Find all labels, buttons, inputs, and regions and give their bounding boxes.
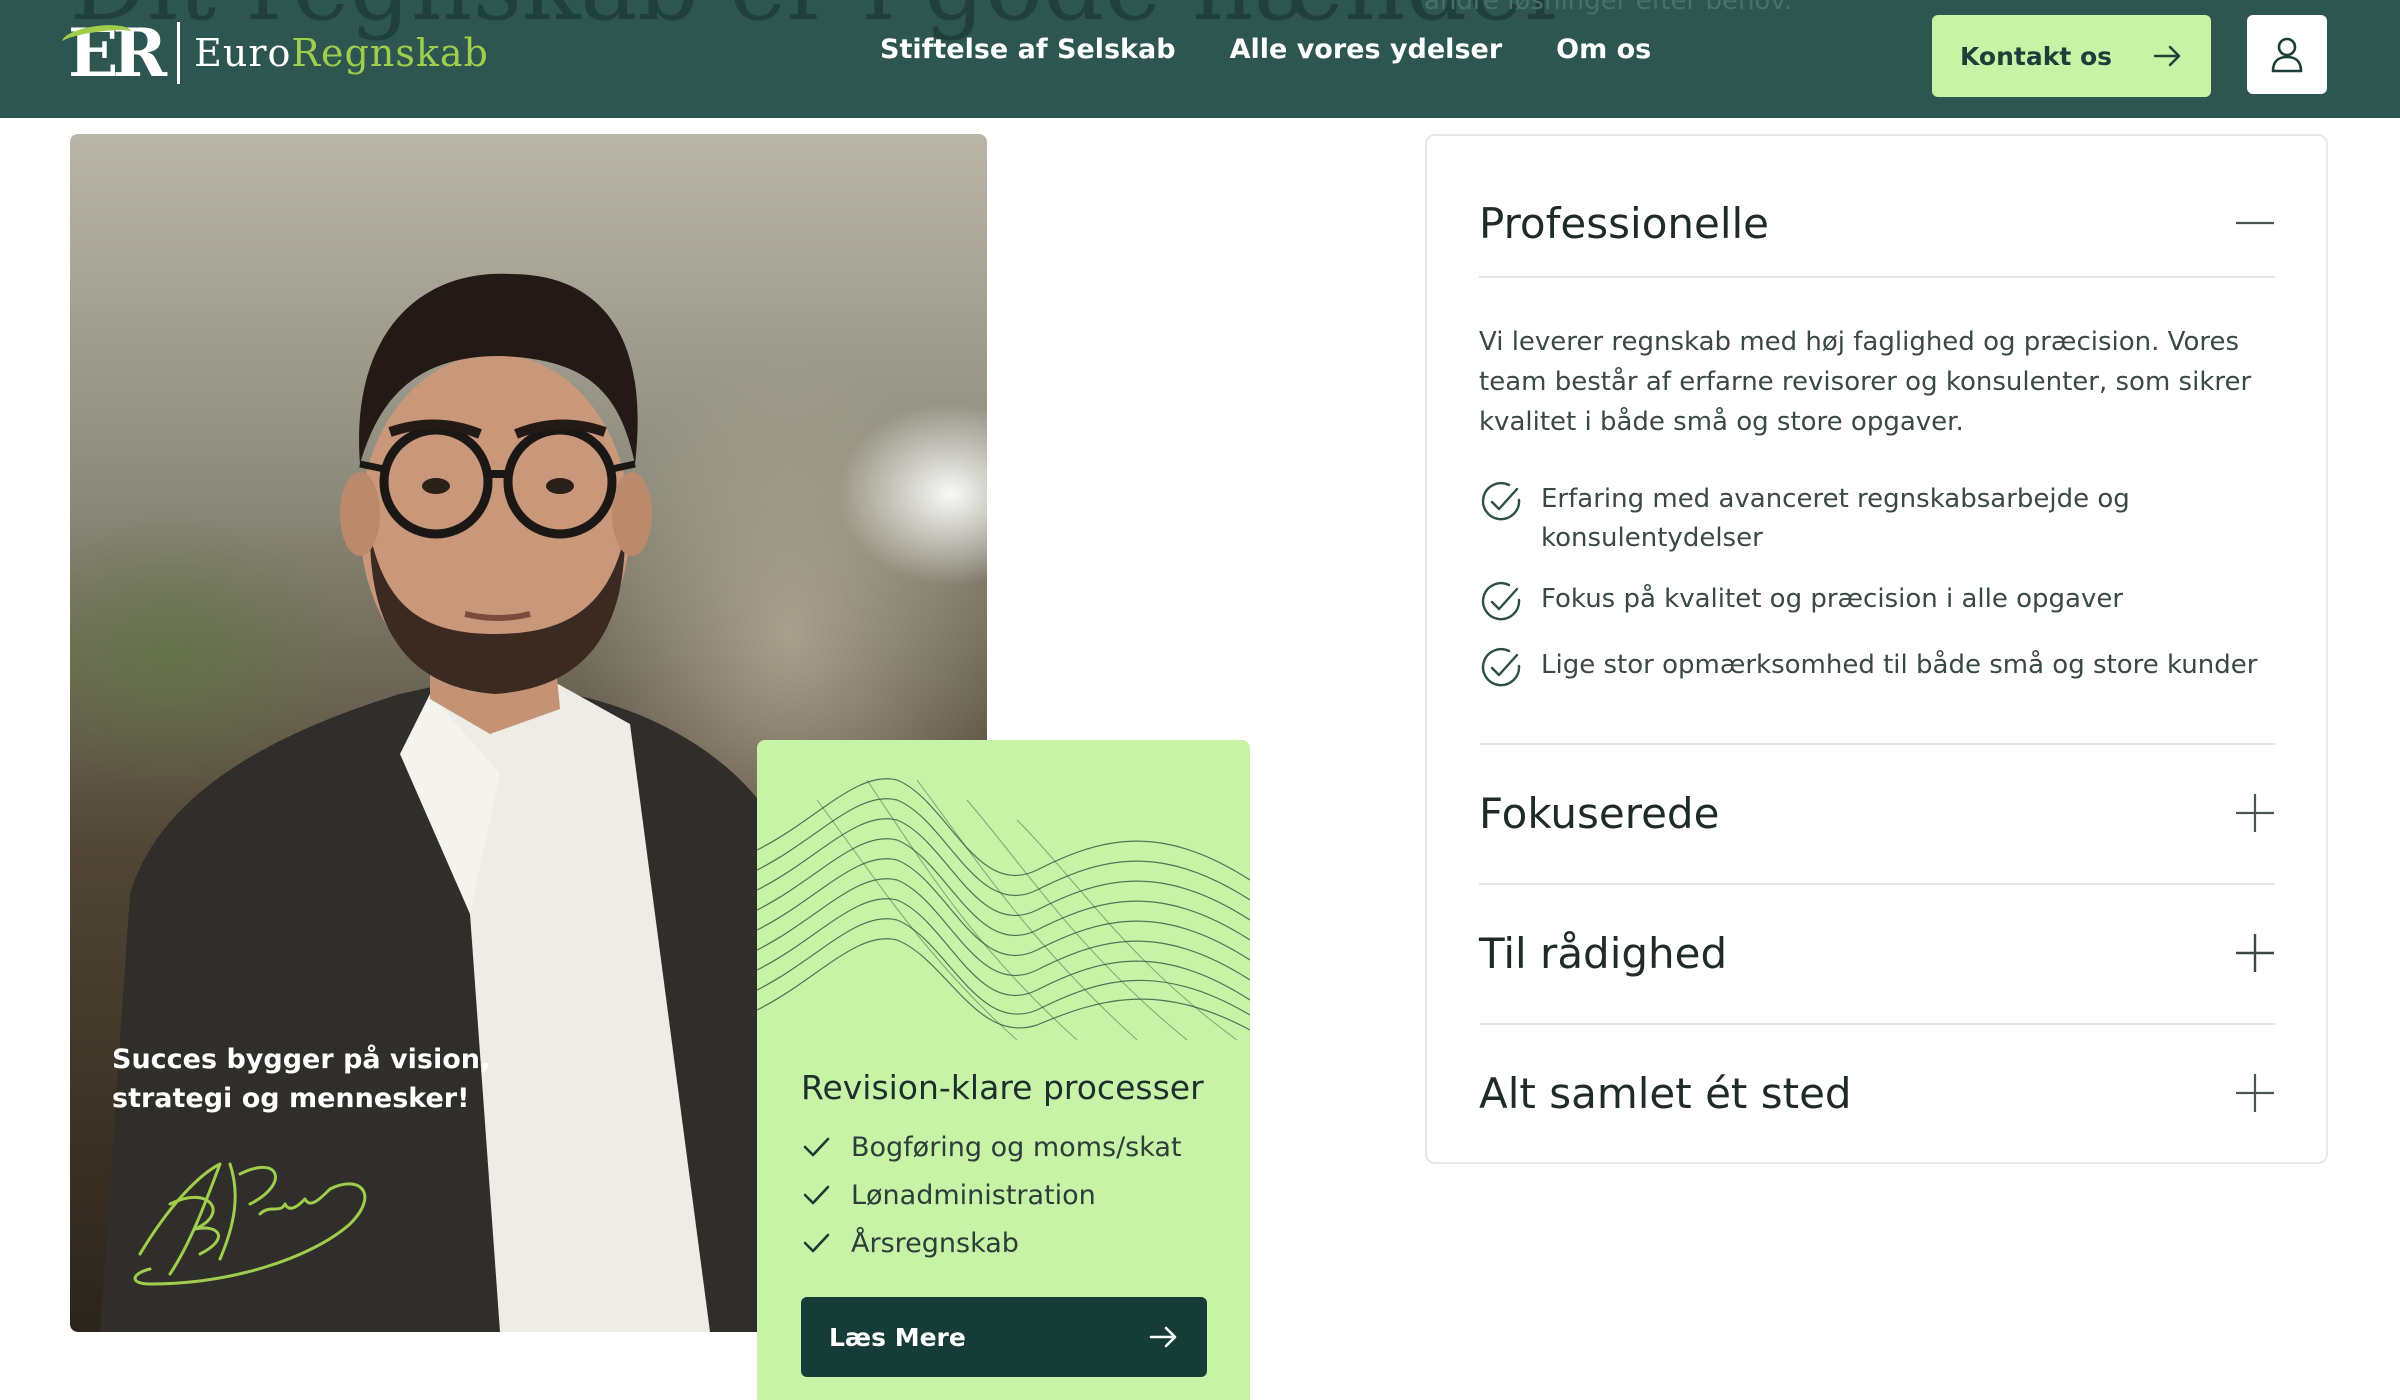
- logo-mark: ER: [60, 20, 167, 86]
- list-item-label: Lønadministration: [851, 1179, 1096, 1211]
- accordion-title: Professionelle: [1479, 198, 1770, 248]
- signature-icon: [133, 1162, 367, 1286]
- check-circle-icon: [1481, 647, 1521, 687]
- nav-item-om-os[interactable]: Om os: [1556, 34, 1651, 65]
- contact-button-label: Kontakt os: [1960, 41, 2113, 71]
- accordion-body: Vi leverer regnskab med høj faglighed og…: [1479, 322, 2275, 712]
- background-subtext: andre løsninger efter behov.: [1424, 0, 1792, 16]
- plus-icon[interactable]: [2235, 933, 2275, 973]
- list-item: Lønadministration: [801, 1171, 1182, 1219]
- accordion-title: Alt samlet ét sted: [1479, 1068, 1852, 1118]
- feature-list: Erfaring med avanceret regnskabsarbejde …: [1479, 480, 2275, 690]
- list-item: Bogføring og moms/skat: [801, 1123, 1182, 1171]
- accordion-divider: [1479, 883, 2275, 885]
- list-item-label: Bogføring og moms/skat: [851, 1131, 1182, 1163]
- minus-icon[interactable]: [2235, 203, 2275, 243]
- logo-text-euro: Euro: [194, 31, 292, 75]
- check-icon: [803, 1233, 830, 1253]
- list-item-label: Årsregnskab: [851, 1227, 1019, 1259]
- process-list: Bogføring og moms/skat Lønadministration…: [801, 1123, 1182, 1267]
- accordion-description: Vi leverer regnskab med høj faglighed og…: [1479, 327, 2252, 437]
- list-item: Erfaring med avanceret regnskabsarbejde …: [1479, 480, 2275, 558]
- feature-label: Erfaring med avanceret regnskabsarbejde …: [1541, 484, 2130, 553]
- accordion-divider: [1479, 1023, 2275, 1025]
- list-item: Fokus på kvalitet og præcision i alle op…: [1479, 580, 2275, 624]
- check-circle-icon: [1481, 581, 1521, 621]
- logo-divider: [177, 22, 181, 84]
- nav-item-stiftelse[interactable]: Stiftelse af Selskab: [880, 34, 1176, 65]
- accordion-header-alt-samlet[interactable]: Alt samlet ét sted: [1479, 1046, 2275, 1140]
- accordion-title: Til rådighed: [1479, 928, 1728, 978]
- accordion-title: Fokuserede: [1479, 788, 1720, 838]
- feature-label: Lige stor opmærksomhed til både små og s…: [1541, 650, 2258, 680]
- wave-pattern-decoration: [757, 778, 1250, 1041]
- logo-text: EuroRegnskab: [194, 31, 489, 75]
- list-item: Årsregnskab: [801, 1219, 1182, 1267]
- accordion-header-til-raadighed[interactable]: Til rådighed: [1479, 906, 2275, 1000]
- logo[interactable]: ER EuroRegnskab: [60, 14, 489, 92]
- accordion-divider: [1479, 276, 2275, 278]
- arrow-right-icon: [1149, 1326, 1177, 1348]
- accordion-header-fokuserede[interactable]: Fokuserede: [1479, 766, 2275, 860]
- check-circle-icon: [1481, 481, 1521, 521]
- features-accordion: Professionelle Vi leverer regnskab med h…: [1425, 134, 2328, 1164]
- photo-caption: Succes bygger på vision, strategi og men…: [112, 1044, 491, 1115]
- accordion-divider: [1479, 743, 2275, 745]
- site-header: Dit regnskab er i gode hænder andre løsn…: [0, 0, 2400, 118]
- read-more-button[interactable]: Læs Mere: [801, 1297, 1207, 1377]
- contact-button[interactable]: Kontakt os: [1932, 15, 2211, 97]
- nav-item-ydelser[interactable]: Alle vores ydelser: [1230, 34, 1503, 65]
- plus-icon[interactable]: [2235, 1073, 2275, 1113]
- user-account-button[interactable]: [2247, 15, 2327, 94]
- accordion-header-professionelle[interactable]: Professionelle: [1479, 176, 2275, 270]
- arrow-right-icon: [2153, 45, 2181, 67]
- check-icon: [803, 1185, 830, 1205]
- check-icon: [803, 1137, 830, 1157]
- feature-label: Fokus på kvalitet og præcision i alle op…: [1541, 584, 2124, 614]
- process-card: Revision-klare processer Bogføring og mo…: [757, 740, 1250, 1400]
- process-card-title: Revision-klare processer: [801, 1068, 1204, 1107]
- logo-text-regnskab: Regnskab: [291, 31, 489, 75]
- list-item: Lige stor opmærksomhed til både små og s…: [1479, 646, 2275, 690]
- user-icon: [2271, 37, 2303, 72]
- main-nav: Stiftelse af Selskab Alle vores ydelser …: [880, 34, 1651, 65]
- read-more-label: Læs Mere: [829, 1322, 966, 1352]
- plus-icon[interactable]: [2235, 793, 2275, 833]
